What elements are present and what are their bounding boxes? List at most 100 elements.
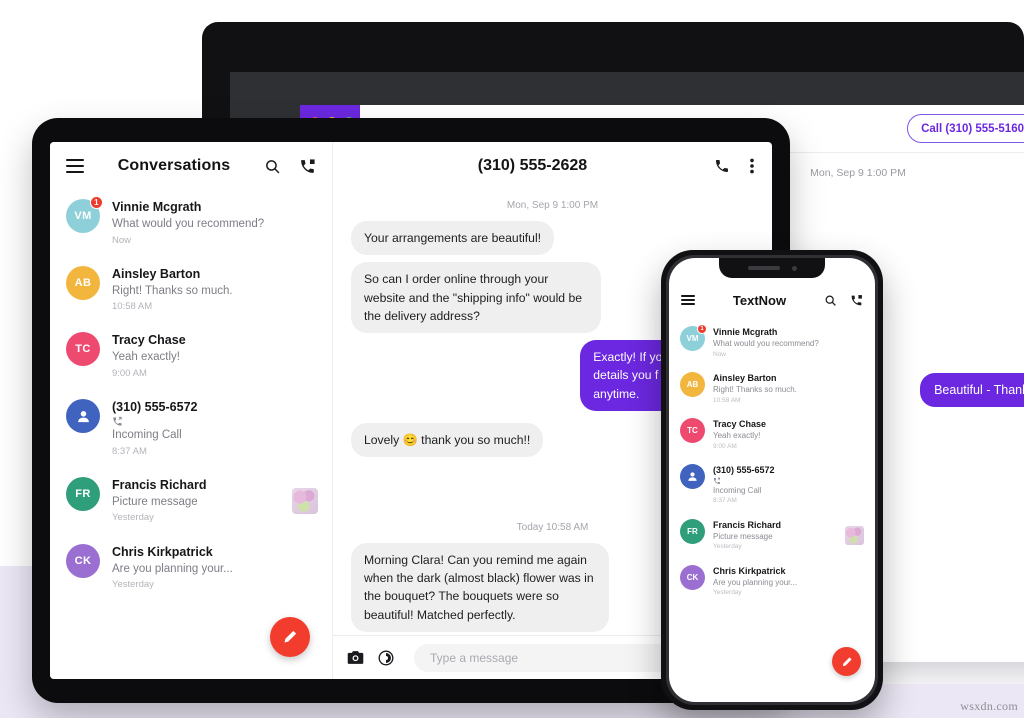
camera-icon[interactable] <box>347 650 364 665</box>
message-bubble-incoming: Your arrangements are beautiful! <box>351 221 555 256</box>
avatar: AB <box>680 372 705 398</box>
avatar: VM 1 <box>680 324 707 351</box>
conversation-timestamp: Yesterday <box>713 589 742 597</box>
conversation-list-item[interactable]: TC Tracy Chase Yeah exactly! 9:00 AM <box>50 323 332 390</box>
conversation-text: Francis Richard Picture message Yesterday <box>112 477 292 526</box>
unread-badge: 1 <box>90 196 103 209</box>
tablet-day-stamp-1: Mon, Sep 9 1:00 PM <box>506 200 599 211</box>
conversation-timestamp: 8:37 AM <box>713 497 737 505</box>
conversation-text: Vinnie Mcgrath What would you recommend? N… <box>112 199 318 248</box>
conversation-list-item[interactable]: FR Francis Richard Picture message Yesterda… <box>669 513 875 559</box>
conversation-text: (310) 555-6572 Incoming Call 8:37 AM <box>112 399 318 459</box>
search-icon[interactable] <box>264 158 281 175</box>
conversation-timestamp: Now <box>713 350 727 358</box>
avatar: FR <box>680 518 705 544</box>
device-showcase: (310) 555-8378 <box>0 0 1024 718</box>
conversation-list-item[interactable]: VM 1 Vinnie Mcgrath What would you recommen… <box>50 190 332 257</box>
phone-icon[interactable] <box>714 158 730 174</box>
conversation-list-item[interactable]: TC Tracy Chase Yeah exactly! 9:00 AM <box>669 412 875 458</box>
avatar: TC <box>66 332 100 367</box>
phone-header: TextNow <box>669 280 875 320</box>
tablet-chat-title: (310) 555-2628 <box>477 157 588 174</box>
conversation-preview: Yeah exactly! <box>713 431 761 441</box>
tablet-sidebar-icons <box>264 158 316 175</box>
conversation-list-item[interactable]: CK Chris Kirkpatrick Are you planning your… <box>669 559 875 605</box>
compose-fab-button[interactable] <box>270 617 310 657</box>
speaker-icon <box>747 266 780 270</box>
phone-app-title: TextNow <box>732 292 787 308</box>
gallery-icon[interactable] <box>378 650 394 666</box>
phone-notch <box>719 258 825 278</box>
phone-conversation-list[interactable]: VM 1 Vinnie Mcgrath What would you recommen… <box>669 320 875 605</box>
conversation-timestamp: 10:58 AM <box>112 301 153 313</box>
avatar: FR <box>66 476 100 511</box>
phone-bezel: TextNow VM 1 Vinnie Mcgrath What would y… <box>666 255 878 705</box>
conversation-list-item[interactable]: CK Chris Kirkpatrick Are you planning your… <box>50 535 332 602</box>
conversation-list-item[interactable]: AB Ainsley Barton Right! Thanks so much. 10… <box>669 366 875 412</box>
phone-header-icons <box>824 294 863 307</box>
conversation-text: Tracy Chase Yeah exactly! 9:00 AM <box>112 332 318 381</box>
conversation-name: Tracy Chase <box>713 419 767 430</box>
conversation-timestamp: Now <box>112 234 132 246</box>
conversation-name: Vinnie Mcgrath <box>713 327 778 337</box>
conversation-name: Francis Richard <box>112 477 207 492</box>
conversation-list-item[interactable]: AB Ainsley Barton Right! Thanks so much. 10… <box>50 257 332 324</box>
person-icon <box>77 410 89 422</box>
conversation-text: Vinnie Mcgrath What would you recommend? N… <box>713 326 864 360</box>
conversation-text: Francis Richard Picture message Yesterday <box>713 519 845 553</box>
conversation-name: Tracy Chase <box>112 333 186 348</box>
conversation-preview: Yeah exactly! <box>112 351 180 364</box>
conversation-preview: Picture message <box>112 495 198 508</box>
conversation-preview: Right! Thanks so much. <box>112 284 233 297</box>
incoming-call-icon <box>714 477 720 484</box>
phone-dialpad-icon[interactable] <box>299 158 316 175</box>
phone-screen: TextNow VM 1 Vinnie Mcgrath What would y… <box>669 258 875 702</box>
conversation-text: Ainsley Barton Right! Thanks so much. 10:5… <box>713 372 864 406</box>
message-bubble-incoming: Lovely 😊 thank you so much!! <box>351 423 544 458</box>
conversation-text: Ainsley Barton Right! Thanks so much. 10:5… <box>112 266 318 315</box>
conversation-timestamp: 10:58 AM <box>713 396 741 404</box>
message-bubble-incoming: So can I order online through your websi… <box>351 262 601 334</box>
conversation-preview: Incoming Call <box>112 416 318 444</box>
unread-badge: 1 <box>697 324 707 334</box>
conversation-preview: What would you recommend? <box>713 339 819 349</box>
conversation-name: Chris Kirkpatrick <box>112 544 213 559</box>
conversation-preview: Right! Thanks so much. <box>713 385 797 395</box>
avatar: CK <box>680 564 705 590</box>
tablet-sidebar-header: Conversations <box>50 142 332 190</box>
conversation-preview: Are you planning your... <box>713 577 798 587</box>
tablet-sidebar-title: Conversations <box>117 157 231 174</box>
tablet-chat-icons <box>714 158 754 174</box>
phone-dialpad-icon[interactable] <box>850 294 863 307</box>
conversation-list-item[interactable]: (310) 555-6572 Incoming Call 8:37 AM <box>669 458 875 512</box>
conversation-name: (310) 555-6572 <box>713 465 775 476</box>
conversation-name: Francis Richard <box>713 519 782 530</box>
conversation-name: Ainsley Barton <box>713 373 777 384</box>
tablet-chat-header: (310) 555-2628 <box>333 142 772 190</box>
message-thumbnail[interactable] <box>845 526 864 546</box>
conversation-list-item[interactable]: (310) 555-6572 Incoming Call 8:37 AM <box>50 390 332 468</box>
avatar <box>680 464 705 490</box>
conversation-name: Chris Kirkpatrick <box>713 565 786 576</box>
search-icon[interactable] <box>824 294 837 307</box>
conversation-preview: Picture message <box>713 531 773 541</box>
avatar: CK <box>66 543 100 578</box>
conversation-list-item[interactable]: FR Francis Richard Picture message Yesterda… <box>50 468 332 535</box>
desktop-call-button-label: Call (310) 555-5160 <box>921 122 1024 135</box>
conversation-timestamp: 8:37 AM <box>112 445 147 457</box>
desktop-call-button[interactable]: Call (310) 555-5160 <box>907 114 1024 143</box>
tablet-conversation-list[interactable]: VM 1 Vinnie Mcgrath What would you recommen… <box>50 190 332 601</box>
avatar <box>66 399 100 434</box>
compose-fab-button[interactable] <box>832 647 861 676</box>
incoming-call-icon <box>113 416 122 426</box>
hamburger-icon[interactable] <box>681 294 695 306</box>
message-thumbnail[interactable] <box>292 488 318 515</box>
conversation-list-item[interactable]: VM 1 Vinnie Mcgrath What would you recommen… <box>669 320 875 366</box>
conversation-text: Chris Kirkpatrick Are you planning your..… <box>112 544 318 593</box>
conversation-timestamp: 9:00 AM <box>713 442 737 450</box>
avatar: AB <box>66 265 100 300</box>
hamburger-icon[interactable] <box>66 159 84 173</box>
more-vertical-icon[interactable] <box>750 158 754 174</box>
compose-icon <box>284 630 297 643</box>
conversation-preview: Are you planning your... <box>112 562 233 575</box>
